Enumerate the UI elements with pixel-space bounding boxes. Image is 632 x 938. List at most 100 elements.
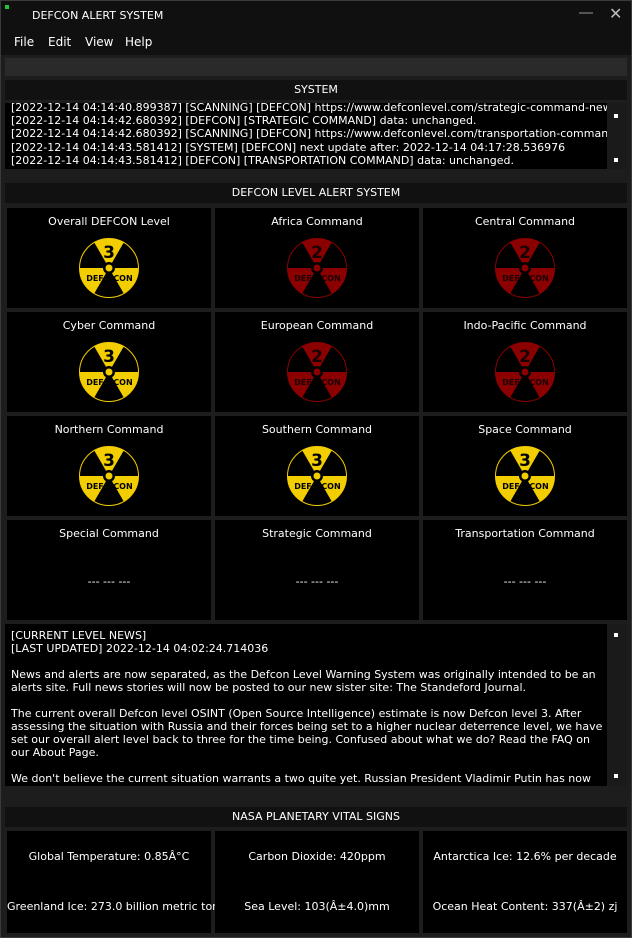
icon-con-label: CON — [529, 274, 548, 283]
icon-def-label: DEF — [294, 482, 312, 491]
defcon-level-number: 3 — [519, 451, 531, 471]
command-level-empty: --- --- --- — [295, 575, 339, 588]
close-button[interactable]: ✕ — [609, 4, 622, 23]
log-line: [2022-12-14 04:14:40.899387] [SCANNING] … — [11, 103, 627, 114]
icon-def-label: DEF — [502, 378, 520, 387]
news-paragraph: News and alerts are now separated, as th… — [11, 668, 596, 694]
icon-def-label: DEF — [86, 378, 104, 387]
menu-file[interactable]: File — [14, 35, 34, 49]
radiation-icon: 3 DEF CON — [79, 342, 139, 402]
icon-con-label: CON — [529, 378, 548, 387]
scroll-up-arrow[interactable] — [614, 633, 618, 637]
menu-view[interactable]: View — [85, 35, 113, 49]
news-panel[interactable]: [CURRENT LEVEL NEWS] [LAST UPDATED] 2022… — [5, 624, 627, 786]
radiation-icon: 3 DEF CON — [79, 446, 139, 506]
menu-edit[interactable]: Edit — [48, 35, 71, 49]
menu-help[interactable]: Help — [125, 35, 152, 49]
scroll-down-arrow[interactable] — [614, 774, 618, 778]
command-label: Northern Command — [54, 423, 164, 436]
nasa-carbon-dioxide: Carbon Dioxide: 420ppm — [215, 831, 419, 883]
nasa-global-temperature: Global Temperature: 0.85Â°C — [7, 831, 211, 883]
icon-con-label: CON — [321, 378, 340, 387]
log-line: [2022-12-14 04:14:42.680392] [SCANNING] … — [11, 127, 627, 141]
minimize-button[interactable]: ― — [579, 5, 593, 21]
command-cell-central-command: Central Command 2 DEF CON — [423, 208, 627, 308]
command-cell-cyber-command: Cyber Command 3 DEF CON — [7, 312, 211, 412]
icon-def-label: DEF — [86, 274, 104, 283]
command-label: Space Command — [478, 423, 572, 436]
command-label: Special Command — [59, 527, 159, 540]
radiation-icon: 2 DEF CON — [287, 342, 347, 402]
icon-con-label: CON — [113, 274, 132, 283]
news-paragraph: We don't believe the current situation w… — [11, 772, 592, 786]
system-header: SYSTEM — [5, 80, 627, 100]
news-scrollbar[interactable] — [607, 624, 627, 786]
icon-con-label: CON — [113, 378, 132, 387]
icon-con-label: CON — [529, 482, 548, 491]
radiation-icon: 3 DEF CON — [495, 446, 555, 506]
defcon-level-number: 3 — [311, 451, 323, 471]
icon-def-label: DEF — [502, 482, 520, 491]
defcon-level-number: 2 — [311, 243, 323, 263]
radiation-icon: 2 DEF CON — [287, 238, 347, 298]
command-label: European Command — [260, 319, 374, 332]
defcon-level-number: 2 — [311, 347, 323, 367]
nasa-greenland-ice: Greenland Ice: 273.0 billion metric tons — [7, 881, 225, 933]
menu-bar: File Edit View Help — [1, 31, 631, 55]
command-level-empty: --- --- --- — [87, 575, 131, 588]
log-scrollbar[interactable] — [607, 103, 627, 169]
log-lines: [2022-12-14 04:14:40.899387] [SCANNING] … — [11, 103, 627, 167]
defcon-level-number: 3 — [103, 243, 115, 263]
command-label: Strategic Command — [262, 527, 372, 540]
command-cell-northern-command: Northern Command 3 DEF CON — [7, 416, 211, 516]
app-window: DEFCON ALERT SYSTEM ― ✕ File Edit View H… — [0, 0, 632, 938]
command-label: Overall DEFCON Level — [48, 215, 170, 228]
icon-con-label: CON — [321, 482, 340, 491]
icon-con-label: CON — [113, 482, 132, 491]
log-line: [2022-12-14 04:14:43.581412] [DEFCON] [T… — [11, 153, 514, 167]
command-label: Transportation Command — [455, 527, 595, 540]
icon-def-label: DEF — [294, 274, 312, 283]
alert-header: DEFCON LEVEL ALERT SYSTEM — [5, 183, 627, 203]
command-cell-european-command: European Command 2 DEF CON — [215, 312, 419, 412]
command-label: Africa Command — [271, 215, 363, 228]
log-line: [2022-12-14 04:14:42.680392] [DEFCON] [S… — [11, 114, 477, 128]
nasa-antarctica-ice: Antarctica Ice: 12.6% per decade — [423, 831, 627, 883]
radiation-icon: 2 DEF CON — [495, 238, 555, 298]
icon-def-label: DEF — [502, 274, 520, 283]
scroll-up-arrow[interactable] — [614, 114, 618, 118]
radiation-icon: 2 DEF CON — [495, 342, 555, 402]
command-cell-transportation-command: Transportation Command --- --- --- — [423, 520, 627, 620]
defcon-level-number: 3 — [103, 347, 115, 367]
command-level-empty: --- --- --- — [503, 575, 547, 588]
scroll-down-arrow[interactable] — [614, 158, 618, 162]
command-label: Central Command — [474, 215, 576, 228]
toolbar-strip — [5, 58, 627, 76]
command-cell-overall-defcon-level: Overall DEFCON Level 3 DEF CON — [7, 208, 211, 308]
log-line: [2022-12-14 04:14:43.581412] [SYSTEM] [D… — [11, 140, 566, 154]
command-cell-special-command: Special Command --- --- --- — [7, 520, 211, 620]
command-cell-southern-command: Southern Command 3 DEF CON — [215, 416, 419, 516]
command-cell-indo-pacific-command: Indo-Pacific Command 2 DEF CON — [423, 312, 627, 412]
nasa-header: NASA PLANETARY VITAL SIGNS — [5, 807, 627, 827]
title-bar: DEFCON ALERT SYSTEM ― ✕ — [1, 1, 631, 31]
app-icon — [5, 5, 9, 9]
news-text: [CURRENT LEVEL NEWS] [LAST UPDATED] 2022… — [11, 629, 603, 786]
command-label: Cyber Command — [62, 319, 156, 332]
command-label: Southern Command — [261, 423, 373, 436]
system-log[interactable]: [2022-12-14 04:14:40.899387] [SCANNING] … — [5, 103, 627, 169]
defcon-level-number: 3 — [103, 451, 115, 471]
command-cell-space-command: Space Command 3 DEF CON — [423, 416, 627, 516]
icon-con-label: CON — [321, 274, 340, 283]
news-updated: [LAST UPDATED] 2022-12-14 04:02:24.71403… — [11, 642, 269, 655]
command-cell-africa-command: Africa Command 2 DEF CON — [215, 208, 419, 308]
defcon-level-number: 2 — [519, 347, 531, 367]
nasa-ocean-heat-content: Ocean Heat Content: 337(Â±2) zj — [423, 881, 627, 933]
command-label: Indo-Pacific Command — [463, 319, 587, 332]
nasa-sea-level: Sea Level: 103(Â±4.0)mm — [215, 881, 419, 933]
icon-def-label: DEF — [86, 482, 104, 491]
radiation-icon: 3 DEF CON — [79, 238, 139, 298]
defcon-level-number: 2 — [519, 243, 531, 263]
icon-def-label: DEF — [294, 378, 312, 387]
news-heading: [CURRENT LEVEL NEWS] — [11, 629, 147, 642]
